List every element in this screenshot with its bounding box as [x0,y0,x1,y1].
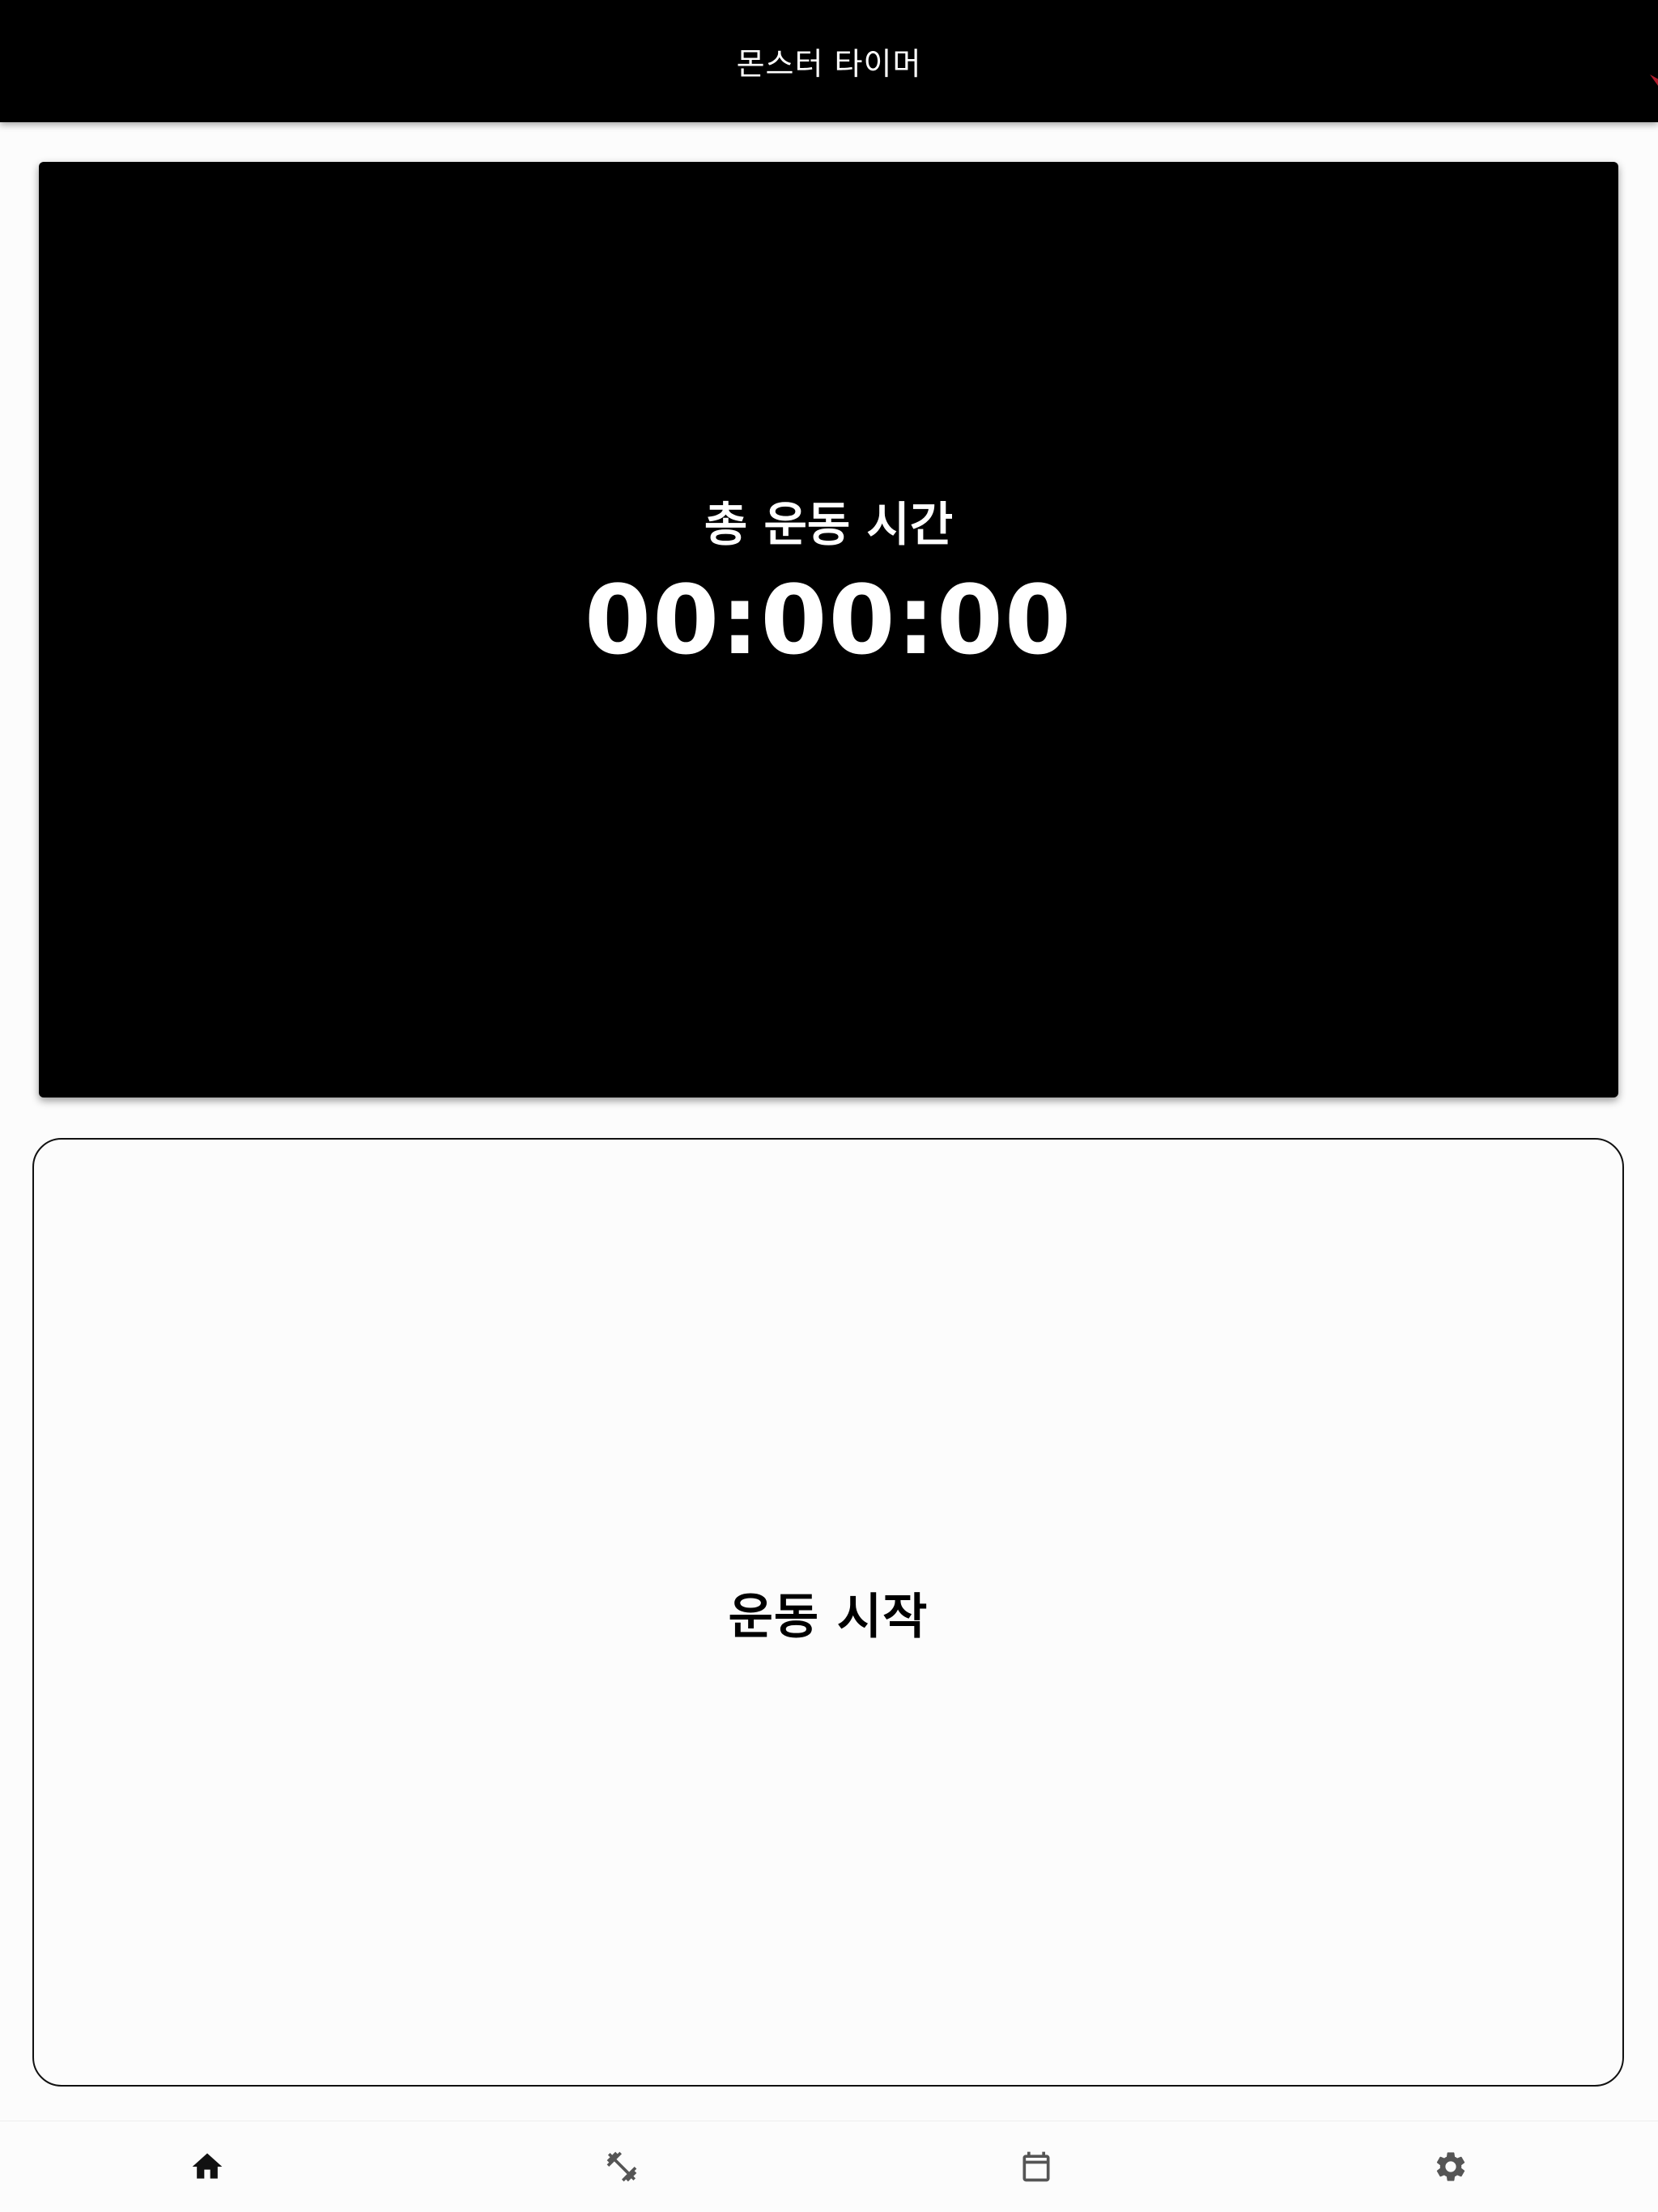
app-bar: 몬스터 타이머 [0,0,1658,122]
total-workout-time-card: 총 운동 시간 00:00:00 [39,162,1618,1098]
appbar-accent-mark [1650,74,1658,86]
nav-tab-workouts[interactable] [414,2121,829,2212]
timer-label: 총 운동 시간 [704,497,954,552]
timer-value: 00:00:00 [584,564,1073,676]
nav-tab-settings[interactable] [1244,2121,1658,2212]
nav-tab-calendar[interactable] [829,2121,1244,2212]
start-workout-label: 운동 시작 [728,1588,929,1645]
gear-icon [1436,2152,1465,2181]
home-icon [192,2153,223,2179]
dumbbell-icon [606,2151,637,2182]
nav-tab-home[interactable] [0,2121,414,2212]
calendar-icon [1022,2151,1050,2182]
start-workout-button[interactable]: 운동 시작 [32,1138,1624,2087]
app-title: 몬스터 타이머 [736,46,922,82]
bottom-navigation [0,2121,1658,2212]
